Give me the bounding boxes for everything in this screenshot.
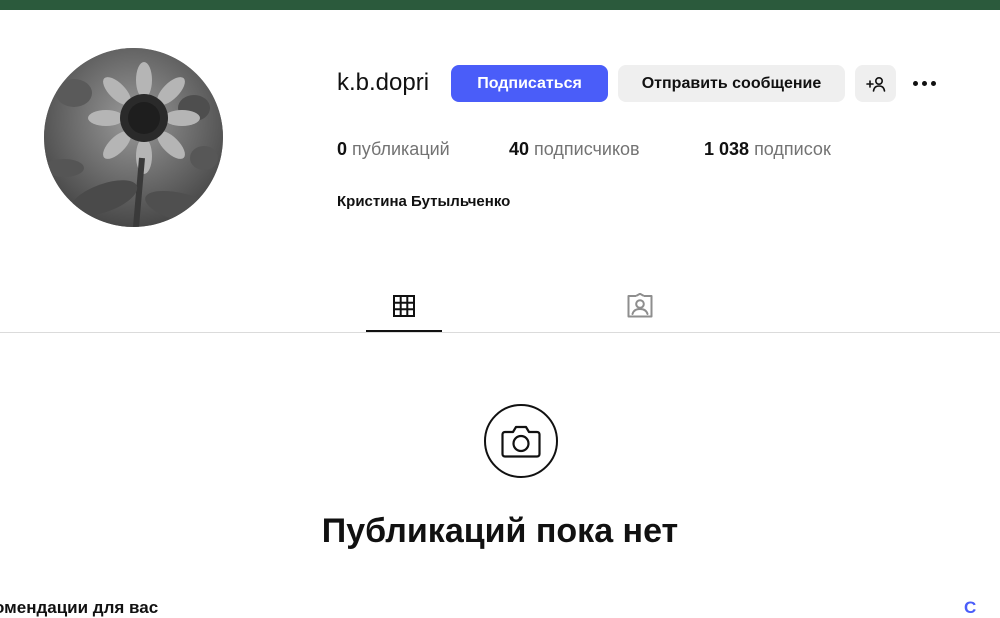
posts-count: 0 xyxy=(337,139,348,159)
followers-count: 40 xyxy=(509,139,530,159)
more-options-icon xyxy=(912,80,918,86)
full-name: Кристина Бутыльченко xyxy=(337,193,511,210)
followers-label: подписчиков xyxy=(534,139,640,159)
suggestions-heading: омендации для вас xyxy=(0,598,159,617)
following-label: подписок xyxy=(754,139,831,159)
add-user-icon xyxy=(865,76,885,92)
tab-tagged[interactable] xyxy=(602,280,678,332)
more-options-dot xyxy=(930,80,936,86)
more-options-dot xyxy=(921,80,927,86)
following-count: 1 038 xyxy=(704,139,750,159)
grid-icon xyxy=(393,295,415,317)
sunflower-photo-icon xyxy=(44,48,223,227)
username: k.b.dopri xyxy=(337,69,430,96)
tab-posts[interactable] xyxy=(366,280,442,332)
avatar[interactable] xyxy=(44,48,223,227)
empty-state-camera xyxy=(484,404,558,478)
follow-button[interactable]: Подписаться xyxy=(451,65,608,102)
posts-stat: 0 публикаций xyxy=(337,138,450,160)
more-options-button[interactable] xyxy=(909,72,939,94)
followers-stat[interactable]: 40 подписчиков xyxy=(509,138,640,160)
empty-state-title: Публикаций пока нет xyxy=(321,512,679,550)
top-bar xyxy=(0,0,1000,10)
camera-icon xyxy=(501,425,541,458)
send-message-button[interactable]: Отправить сообщение xyxy=(618,65,845,102)
tagged-icon xyxy=(627,293,653,318)
add-user-button[interactable] xyxy=(855,65,896,102)
tabs-divider xyxy=(0,332,1000,333)
posts-label: публикаций xyxy=(352,139,450,159)
following-stat[interactable]: 1 038 подписок xyxy=(704,138,831,160)
suggestions-see-all-link[interactable]: С xyxy=(964,598,976,618)
